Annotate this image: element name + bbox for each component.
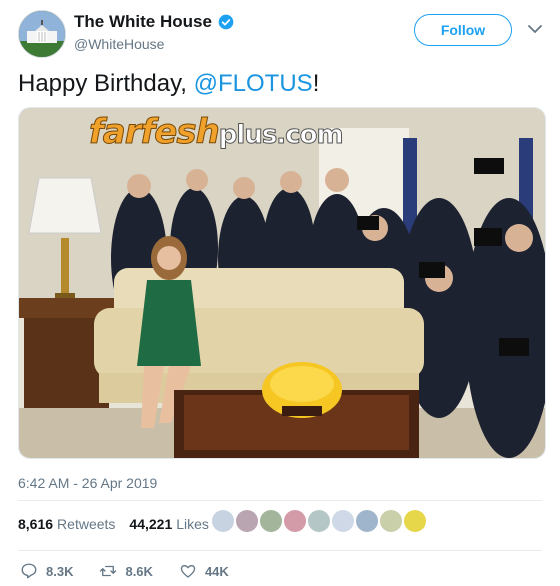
display-name[interactable]: The White House [74,12,212,32]
avatar[interactable] [212,510,234,532]
retweets-count: 8,616 [18,516,54,532]
timestamp[interactable]: 6:42 AM - 26 Apr 2019 [18,475,157,491]
retweets-stat[interactable]: 8,616 Retweets [18,516,115,532]
retweets-label: Retweets [57,516,116,532]
avatar[interactable] [260,510,282,532]
avatar[interactable] [332,510,354,532]
reply-button[interactable]: 8.3K [20,562,73,580]
tweet-photo[interactable]: farfeshplus.com [18,107,546,459]
tweet-text-after: ! [312,70,320,97]
engagement-stats: 8,616 Retweets 44,221 Likes [18,516,209,532]
avatar[interactable] [308,510,330,532]
likes-label: Likes [176,516,209,532]
reply-count: 8.3K [46,563,74,579]
watermark: farfeshplus.com [89,112,345,153]
avatar[interactable] [236,510,258,532]
user-handle[interactable]: @WhiteHouse [74,36,164,52]
white-house-building-icon [19,11,65,57]
name-row: The White House [74,12,234,32]
reply-icon [21,563,37,579]
avatar[interactable] [356,510,378,532]
like-count: 44K [204,563,229,579]
avatar[interactable] [404,510,426,532]
oval-office-photo [19,108,545,458]
avatar[interactable] [284,510,306,532]
verified-badge-icon [218,14,234,30]
likes-stat[interactable]: 44,221 Likes [129,516,209,532]
watermark-primary: farfesh [89,112,221,153]
divider [18,550,542,551]
tweet-card: The White House @WhiteHouse Follow Happy… [0,0,560,586]
follow-button[interactable]: Follow [414,14,512,46]
retweet-button[interactable]: 8.6K [99,562,153,580]
divider [18,500,542,501]
retweet-icon [100,565,117,577]
heart-icon [180,564,196,578]
tweet-text-before: Happy Birthday, [18,70,194,97]
liker-avatars [212,510,426,532]
avatar[interactable] [380,510,402,532]
avatar[interactable] [18,10,66,58]
like-button[interactable]: 44K [179,562,229,580]
mention-link[interactable]: @FLOTUS [194,70,313,97]
tweet-text: Happy Birthday, @FLOTUS! [18,70,319,98]
chevron-down-icon[interactable] [528,24,542,34]
retweet-count: 8.6K [125,563,153,579]
tweet-actions: 8.3K 8.6K 44K [20,562,255,580]
likes-count: 44,221 [129,516,173,532]
watermark-secondary: plus.com [218,120,344,151]
